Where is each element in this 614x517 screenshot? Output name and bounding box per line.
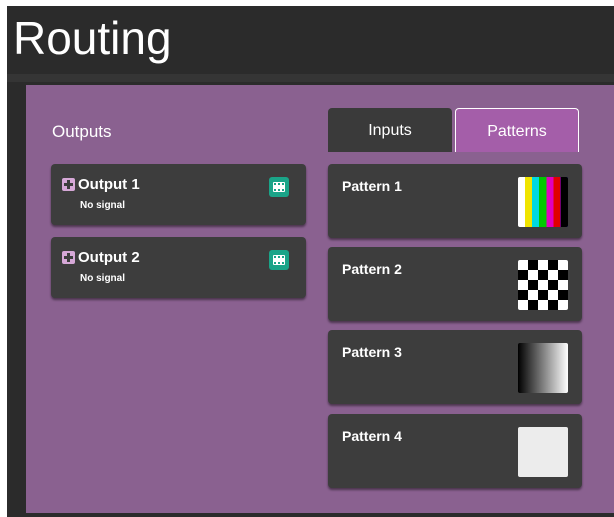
video-signal-icon xyxy=(269,177,289,197)
routing-panel: Outputs Output 1 No signal Output 2 No s… xyxy=(26,85,614,513)
page-title: Routing xyxy=(13,12,172,64)
output-status: No signal xyxy=(80,273,126,284)
pattern-name: Pattern 1 xyxy=(342,178,402,194)
pattern-card-4[interactable]: Pattern 4 xyxy=(328,414,582,488)
pattern-name: Pattern 3 xyxy=(342,344,402,360)
pattern-card-2[interactable]: Pattern 2 xyxy=(328,247,582,321)
routing-app: Routing Outputs Output 1 No signal Outpu… xyxy=(7,6,614,517)
pattern-name: Pattern 2 xyxy=(342,261,402,277)
video-signal-icon xyxy=(269,250,289,270)
blank-pattern-thumbnail xyxy=(518,427,568,477)
checkerboard-thumbnail xyxy=(518,260,568,310)
tab-inputs[interactable]: Inputs xyxy=(328,108,452,152)
gradient-thumbnail xyxy=(518,343,568,393)
expand-plus-icon[interactable] xyxy=(62,251,75,264)
tab-patterns[interactable]: Patterns xyxy=(455,108,579,152)
header-divider xyxy=(7,74,614,82)
outputs-heading: Outputs xyxy=(52,122,112,141)
pattern-name: Pattern 4 xyxy=(342,428,402,444)
output-card-2[interactable]: Output 2 No signal xyxy=(51,237,306,298)
output-name: Output 1 xyxy=(78,176,140,193)
color-bars-thumbnail xyxy=(518,177,568,227)
expand-plus-icon[interactable] xyxy=(62,178,75,191)
pattern-card-3[interactable]: Pattern 3 xyxy=(328,330,582,404)
pattern-card-1[interactable]: Pattern 1 xyxy=(328,164,582,238)
output-status: No signal xyxy=(80,200,126,211)
output-name: Output 2 xyxy=(78,249,140,266)
output-card-1[interactable]: Output 1 No signal xyxy=(51,164,306,225)
